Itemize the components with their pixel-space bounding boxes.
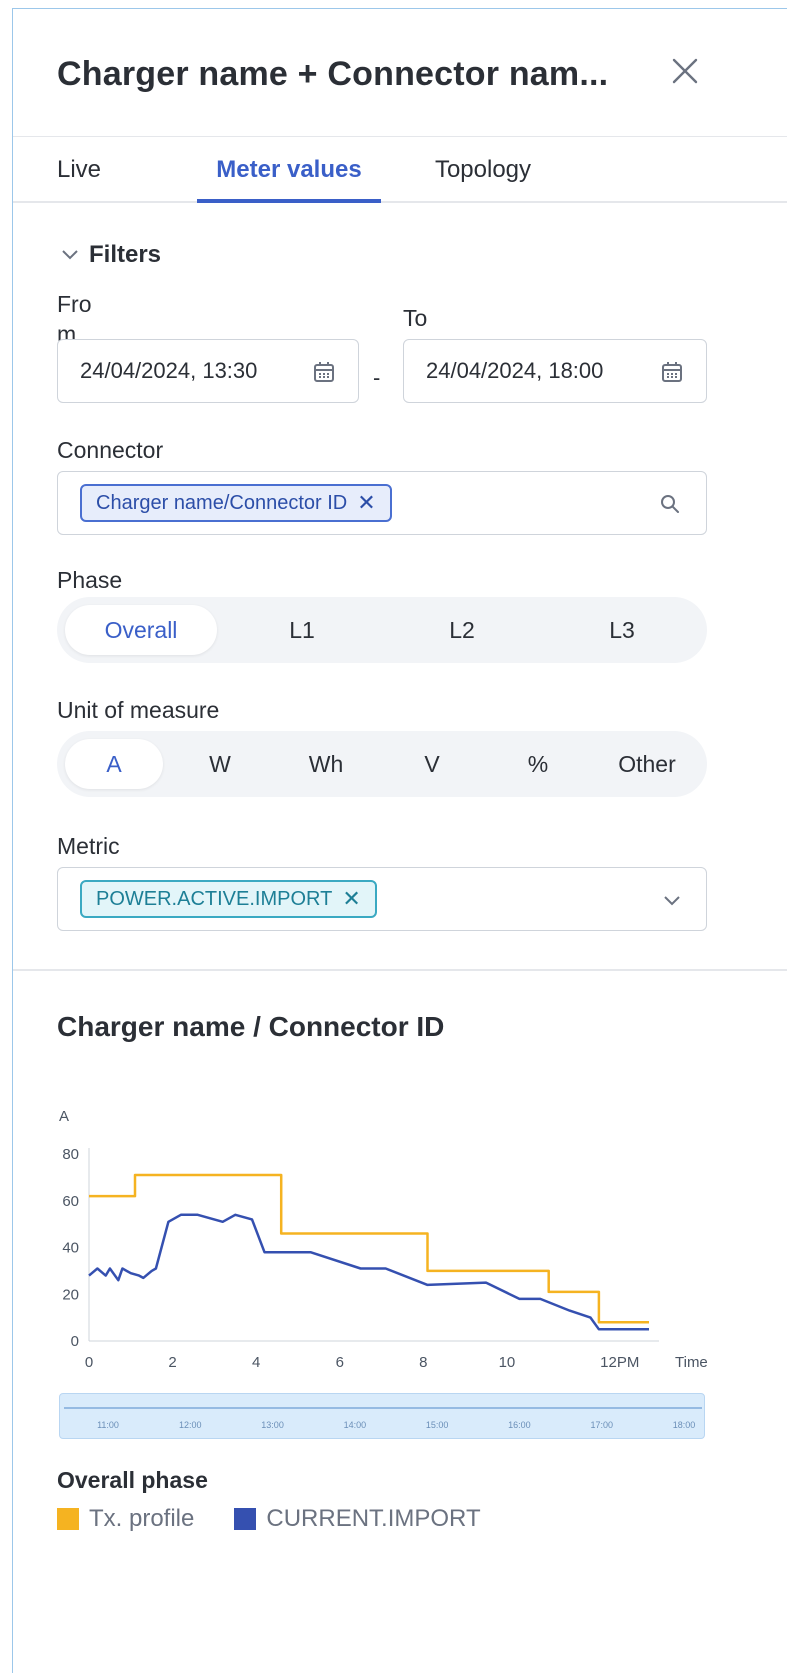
x-tick-label: 12PM [600,1354,639,1371]
search-icon[interactable] [658,492,682,516]
y-axis-label: A [59,1108,69,1125]
navigator-tick-label: 13:00 [261,1420,284,1430]
calendar-icon[interactable] [312,360,336,384]
to-date-field[interactable]: 24/04/2024, 18:00 [403,339,707,403]
navigator-tick-label: 12:00 [179,1420,202,1430]
filters-label: Filters [89,241,162,268]
tab-live[interactable]: Live [57,137,147,203]
connector-chip: Charger name/Connector ID ✕ [80,484,392,522]
tab-meter-values[interactable]: Meter values [197,137,381,203]
navigator-tick-label: 11:00 [97,1420,119,1430]
unit-option-wh[interactable]: Wh [277,739,375,789]
navigator-tick-label: 17:00 [590,1420,613,1430]
tab-topology[interactable]: Topology [421,137,545,203]
chart-legend: Tx. profile CURRENT.IMPORT [57,1505,481,1533]
legend-label: Tx. profile [89,1505,195,1532]
chevron-down-icon[interactable] [660,888,684,912]
legend-swatch [57,1508,79,1530]
x-tick-label: 8 [419,1354,427,1371]
legend-item-tx-profile[interactable]: Tx. profile [57,1505,194,1533]
x-tick-label: 6 [336,1354,344,1371]
time-range-navigator[interactable]: 11:00 12:00 13:00 14:00 15:00 16:00 17:00 18:00 [59,1393,705,1439]
to-date-value: 24/04/2024, 18:00 [426,358,604,383]
unit-option-w[interactable]: W [171,739,269,789]
from-date-value: 24/04/2024, 13:30 [80,358,258,383]
chevron-down-icon [62,250,78,260]
metric-label: Metric [57,833,120,859]
y-tick-label: 40 [62,1240,79,1257]
panel-header: Charger name + Connector nam... [13,9,787,137]
y-tick-label: 60 [62,1193,79,1210]
navigator-tick-label: 15:00 [426,1420,449,1430]
metric-select[interactable]: POWER.ACTIVE.IMPORT ✕ [57,867,707,931]
tab-bar: Live Meter values Topology [13,137,787,203]
unit-option-other[interactable]: Other [595,739,699,789]
filters-toggle[interactable]: Filters [61,241,161,269]
chart-title: Charger name / Connector ID [57,1011,445,1042]
phase-label: Phase [57,567,123,593]
x-tick-label: 2 [168,1354,176,1371]
side-panel: Charger name + Connector nam... Live Met… [12,8,787,1673]
y-tick-label: 80 [62,1146,79,1163]
legend-item-current-import[interactable]: CURRENT.IMPORT [234,1505,481,1533]
metric-chip: POWER.ACTIVE.IMPORT ✕ [80,880,377,918]
section-divider [13,969,787,971]
navigator-tick-label: 16:00 [508,1420,531,1430]
y-tick-label: 0 [71,1333,79,1350]
unit-option-a[interactable]: A [65,739,163,789]
unit-label: Unit of measure [57,697,220,723]
unit-selector: A W Wh V % Other [57,731,707,797]
close-icon[interactable] [665,51,705,91]
phase-option-l2[interactable]: L2 [387,605,537,655]
metric-chip-label: POWER.ACTIVE.IMPORT [96,887,333,910]
navigator-tick-label: 18:00 [673,1420,696,1430]
legend-title: Overall phase [57,1467,208,1493]
panel-title: Charger name + Connector nam... [57,55,609,93]
x-tick-label: 10 [499,1354,516,1371]
meter-values-chart: A 0 20 40 60 80 0 2 4 6 8 10 12PM Time [59,1108,708,1371]
range-separator: - [373,365,381,390]
unit-option-v[interactable]: V [383,739,481,789]
to-label: To [403,305,428,331]
x-tick-label: 4 [252,1354,260,1371]
connector-select[interactable]: Charger name/Connector ID ✕ [57,471,707,535]
phase-option-l3[interactable]: L3 [547,605,697,655]
legend-label: CURRENT.IMPORT [266,1505,481,1532]
phase-selector: Overall L1 L2 L3 [57,597,707,663]
legend-swatch [234,1508,257,1530]
connector-label: Connector [57,437,164,463]
unit-option-percent[interactable]: % [489,739,587,789]
remove-chip-icon[interactable]: ✕ [357,490,375,516]
navigator-tick-label: 14:00 [344,1420,367,1430]
phase-option-overall[interactable]: Overall [65,605,217,655]
remove-chip-icon[interactable]: ✕ [342,886,360,912]
x-axis-label: Time [675,1354,708,1371]
connector-chip-label: Charger name/Connector ID [96,491,348,514]
from-date-field[interactable]: 24/04/2024, 13:30 [57,339,359,403]
series-line-current-import [88,1213,649,1331]
x-tick-label: 0 [85,1354,93,1371]
series-line-tx-profile [89,1173,649,1324]
calendar-icon[interactable] [660,360,684,384]
phase-option-l1[interactable]: L1 [227,605,377,655]
y-tick-label: 20 [62,1286,79,1303]
